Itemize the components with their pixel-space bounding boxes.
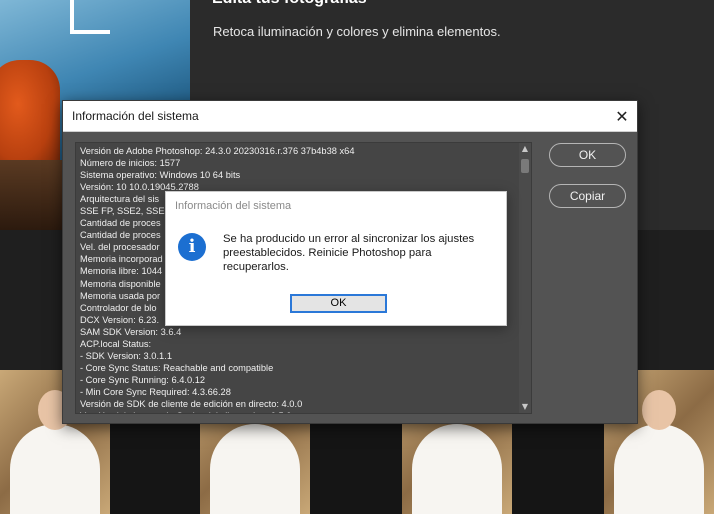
- system-info-line: - Core Sync Running: 6.4.0.12: [80, 374, 206, 385]
- scroll-up-icon[interactable]: ▲: [519, 143, 531, 155]
- alert-title: Información del sistema: [175, 200, 292, 212]
- crop-handle: [70, 0, 74, 34]
- system-info-line: - SDK Version: 3.0.1.1: [80, 350, 172, 361]
- system-info-line: Número de inicios: 1577: [80, 158, 181, 169]
- system-info-line: Versión de SDK de cliente de edición en …: [80, 398, 303, 409]
- hero-person: [0, 60, 60, 170]
- dialog-titlebar: Información del sistema ✕: [63, 101, 637, 132]
- system-info-line: ACP.local Status:: [80, 338, 152, 349]
- hero-title: Edita tus fotografías: [212, 0, 367, 8]
- dialog-title: Información del sistema: [72, 109, 199, 123]
- scrollbar[interactable]: ▲ ▼: [519, 143, 531, 413]
- info-icon: i: [178, 233, 206, 261]
- alert-message-line: recuperarlos.: [223, 261, 289, 274]
- system-info-line: - Min Core Sync Required: 4.3.66.28: [80, 386, 231, 397]
- scroll-down-icon[interactable]: ▼: [519, 401, 531, 413]
- alert-message-line: preestablecidos. Reinicie Photoshop para: [223, 247, 432, 260]
- close-icon[interactable]: ✕: [607, 101, 637, 131]
- copy-button[interactable]: Copiar: [549, 184, 626, 208]
- system-info-line: Versión de Adobe Photoshop: 24.3.0 20230…: [80, 146, 355, 156]
- hero-subtitle: Retoca iluminación y colores y elimina e…: [213, 24, 501, 39]
- system-info-line: Sistema operativo: Windows 10 64 bits: [80, 170, 241, 181]
- alert-message-line: Se ha producido un error al sincronizar …: [223, 233, 475, 245]
- ok-button[interactable]: OK: [549, 143, 626, 167]
- sync-error-alert: Información del sistema i Se ha producid…: [165, 191, 507, 326]
- system-info-line: - Core Sync Status: Reachable and compat…: [80, 362, 274, 373]
- system-info-line: SAM SDK Version: 3.6.4: [80, 326, 182, 337]
- crop-handle-horizontal: [70, 30, 110, 34]
- alert-message: Se ha producido un error al sincronizar …: [223, 232, 503, 275]
- alert-ok-button[interactable]: OK: [290, 294, 387, 313]
- scrollbar-thumb[interactable]: [521, 159, 529, 173]
- system-info-line: Versión del sistema de Cache del cliente…: [80, 410, 520, 413]
